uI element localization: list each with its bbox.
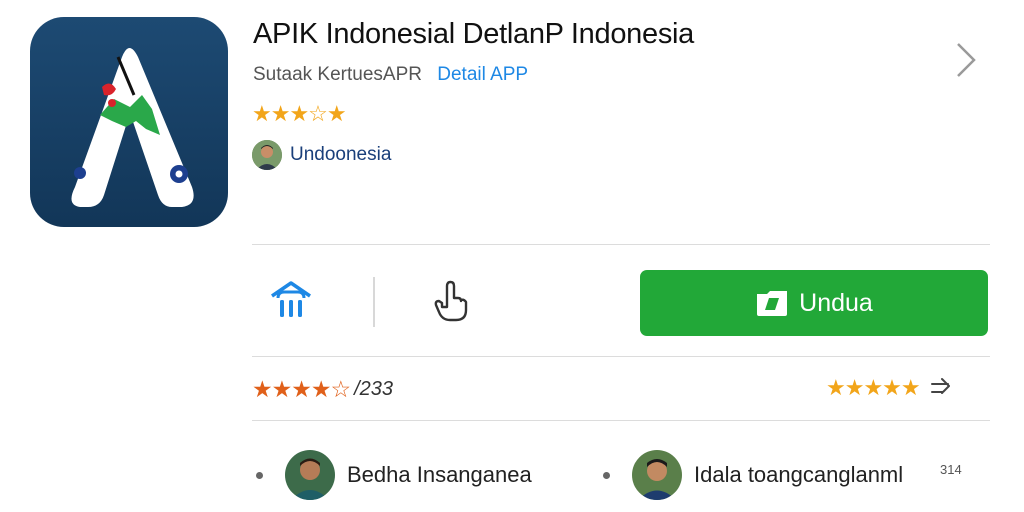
publisher-link[interactable]: Undoonesia xyxy=(252,140,391,170)
rating-count: /233 xyxy=(354,378,394,400)
list-bullet xyxy=(256,471,263,479)
home-icon[interactable] xyxy=(268,278,314,324)
app-subline: Sutaak KertuesAPR Detail APP xyxy=(253,64,528,86)
divider xyxy=(252,356,990,357)
app-title: APIK Indonesial DetlanP Indonesia xyxy=(253,18,694,50)
download-button[interactable]: Undua xyxy=(640,270,988,336)
developer-name: Sutaak KertuesAPR xyxy=(253,64,422,85)
action-separator xyxy=(373,277,375,327)
arrow-right-icon xyxy=(930,378,950,394)
divider xyxy=(252,420,990,421)
chevron-right-icon[interactable] xyxy=(948,38,984,82)
publisher-name: Undoonesia xyxy=(290,144,392,165)
reviewer-name: Idala toangcanglanml xyxy=(694,462,904,487)
rating-stars: ★★★★☆ xyxy=(252,376,351,402)
rating-stars-right: ★★★★★ xyxy=(826,375,921,400)
review-count-badge: 314 xyxy=(940,462,962,477)
reviewer-avatar xyxy=(285,450,335,500)
publisher-avatar xyxy=(252,140,282,170)
reviewer-name: Bedha Insanganea xyxy=(347,462,532,487)
rating-details-link[interactable]: ★★★★★ xyxy=(826,375,954,401)
detail-app-link[interactable]: Detail APP xyxy=(437,64,528,85)
list-bullet xyxy=(603,471,610,479)
folder-icon xyxy=(757,291,788,316)
reviewer-item[interactable]: Bedha Insanganea xyxy=(256,450,532,500)
app-rating-stars: ★★★☆★ xyxy=(252,101,347,126)
download-label: Undua xyxy=(799,288,873,317)
reviewer-avatar xyxy=(632,450,682,500)
divider xyxy=(252,244,990,245)
reviewer-item[interactable]: Idala toangcanglanml xyxy=(603,450,903,500)
rating-summary: ★★★★☆ /233 xyxy=(252,376,393,403)
app-logo-icon xyxy=(30,17,228,227)
hand-pointer-icon[interactable] xyxy=(428,278,474,324)
